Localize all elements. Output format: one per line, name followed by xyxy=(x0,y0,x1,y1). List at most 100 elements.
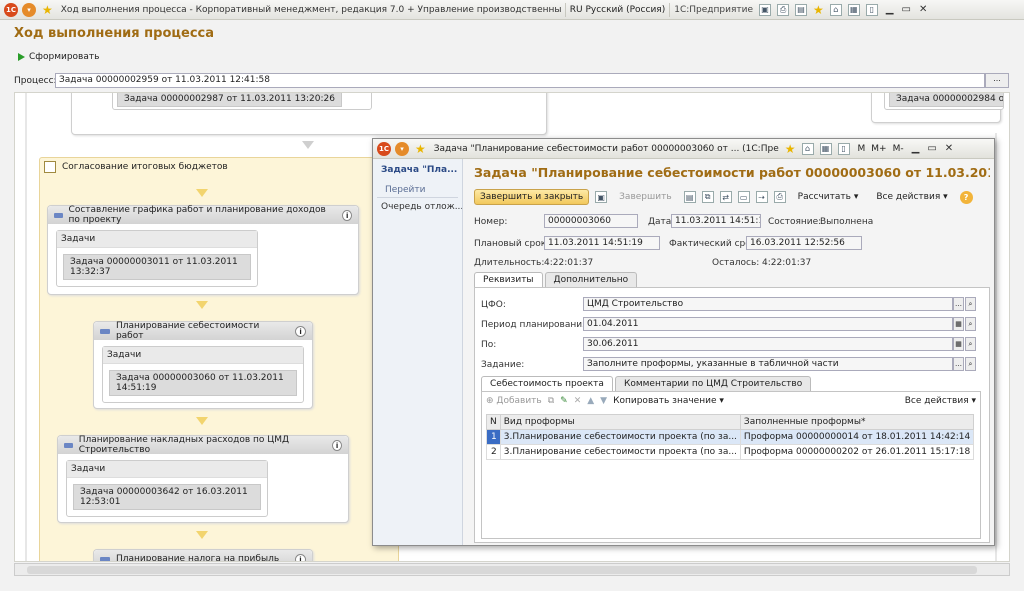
col-filled-forms[interactable]: Заполненные проформы* xyxy=(739,414,975,430)
nav-item-deferred-queue[interactable]: Очередь отлож... xyxy=(373,198,462,216)
favorites-icon[interactable]: ★ xyxy=(813,3,824,17)
add-button[interactable]: ⊕ Добавить xyxy=(486,396,542,406)
help-icon[interactable]: ? xyxy=(959,190,973,204)
period-to-open-icon[interactable]: ⌕ xyxy=(965,337,976,351)
memory-m-icon[interactable]: M xyxy=(858,144,866,154)
print-icon[interactable]: ⎙ xyxy=(773,191,786,203)
tab-details[interactable]: Реквизиты xyxy=(474,272,543,287)
row-form-type[interactable]: 3.Планирование себестоимости проекта (по… xyxy=(499,444,741,460)
calendar-icon[interactable]: ▦ xyxy=(847,3,860,16)
col-number[interactable]: N xyxy=(486,414,501,430)
document-icon[interactable]: ▯ xyxy=(837,142,850,155)
favorites-icon[interactable]: ★ xyxy=(785,142,796,156)
flow-group-header[interactable]: Согласование итоговых бюджетов xyxy=(40,158,398,176)
dialog-menu-icon[interactable]: ▾ xyxy=(395,141,409,156)
app-logo-icon[interactable]: 1С xyxy=(377,141,391,156)
generate-button[interactable]: Сформировать xyxy=(18,52,99,62)
period-from-field[interactable]: 01.04.2011 xyxy=(583,317,953,331)
favorite-star-icon[interactable]: ★ xyxy=(42,3,53,17)
process-select-button[interactable]: ... xyxy=(985,73,1009,88)
minus-icon[interactable]: ▭ xyxy=(737,191,750,203)
maximize-icon[interactable]: ▭ xyxy=(901,4,910,15)
link-icon[interactable]: ⇄ xyxy=(719,191,732,203)
print-icon[interactable]: ⎙ xyxy=(777,3,790,16)
assignment-field[interactable]: Заполните проформы, указанные в таблично… xyxy=(583,357,953,371)
delete-icon[interactable]: ✕ xyxy=(574,396,582,406)
history-icon[interactable]: ⌂ xyxy=(829,3,842,16)
save-icon[interactable]: ▣ xyxy=(759,3,772,16)
flow-step-card[interactable]: Составление графика работ и планирование… xyxy=(47,205,359,295)
close-icon[interactable]: ✕ xyxy=(919,4,927,15)
copy-value-button[interactable]: Копировать значение ▾ xyxy=(613,396,724,406)
col-form-type[interactable]: Вид проформы xyxy=(499,414,741,430)
actual-field[interactable]: 16.03.2011 12:52:56 xyxy=(746,236,862,250)
close-icon[interactable]: ✕ xyxy=(945,143,953,154)
table-row[interactable]: 1 3.Планирование себестоимости проекта (… xyxy=(486,429,975,445)
assignment-select-button[interactable]: … xyxy=(953,357,964,371)
move-up-icon[interactable]: ▲ xyxy=(587,396,594,406)
minimize-icon[interactable]: ▁ xyxy=(912,143,920,154)
number-field[interactable]: 00000003060 xyxy=(544,214,638,228)
period-from-open-icon[interactable]: ⌕ xyxy=(965,317,976,331)
period-to-calendar-icon[interactable]: ▦ xyxy=(953,337,964,351)
edit-pencil-icon[interactable]: ✎ xyxy=(560,396,568,406)
structure-icon[interactable]: ⧉ xyxy=(701,191,714,203)
nav-current-item[interactable]: Задача "Пла... xyxy=(373,159,462,179)
info-icon[interactable]: i xyxy=(295,553,306,561)
minimize-icon[interactable]: ▁ xyxy=(886,4,894,15)
date-field[interactable]: 11.03.2011 14:51:19 xyxy=(671,214,761,228)
process-input[interactable]: Задача 00000002959 от 11.03.2011 12:41:5… xyxy=(55,73,985,88)
cfo-open-icon[interactable]: ⌕ xyxy=(965,297,976,311)
row-filled-form[interactable]: Проформа 00000000202 от 26.01.2011 15:17… xyxy=(739,444,975,460)
preview-icon[interactable]: ▤ xyxy=(795,3,808,16)
task-link[interactable]: Задача 00000002987 от 11.03.2011 13:20:2… xyxy=(117,93,342,107)
planned-field[interactable]: 11.03.2011 14:51:19 xyxy=(544,236,660,250)
info-icon[interactable]: i xyxy=(295,325,306,337)
task-link[interactable]: Задача 00000003642 от 16.03.2011 12:53:0… xyxy=(73,484,261,510)
flow-icon[interactable]: ⇢ xyxy=(755,191,768,203)
table-all-actions-button[interactable]: Все действия ▾ xyxy=(905,396,976,406)
forms-table[interactable]: N Вид проформы Заполненные проформы* 1 3… xyxy=(486,414,975,460)
table-row[interactable]: 2 3.Планирование себестоимости проекта (… xyxy=(486,444,975,460)
tab-additional[interactable]: Дополнительно xyxy=(544,272,638,287)
copy-row-icon[interactable]: ⧉ xyxy=(548,396,554,406)
maximize-icon[interactable]: ▭ xyxy=(927,143,936,154)
task-link[interactable]: Задача 00000003011 от 11.03.2011 13:32:3… xyxy=(63,254,251,280)
flow-step-card[interactable]: Планирование накладных расходов по ЦМД С… xyxy=(57,435,349,523)
memory-minus-icon[interactable]: M- xyxy=(893,144,904,154)
row-filled-form[interactable]: Проформа 00000000014 от 18.01.2011 14:42… xyxy=(739,429,975,445)
move-down-icon[interactable]: ▼ xyxy=(600,396,607,406)
flow-card-top-left[interactable]: Задача 00000002987 от 11.03.2011 13:20:2… xyxy=(71,93,547,135)
info-icon[interactable]: i xyxy=(342,209,352,221)
task-link[interactable]: Задача 00000002984 от 11.03.2011 1 xyxy=(889,93,1003,107)
task-link[interactable]: Задача 00000003060 от 11.03.2011 14:51:1… xyxy=(109,370,297,396)
assignment-open-icon[interactable]: ⌕ xyxy=(965,357,976,371)
tab-project-cost[interactable]: Себестоимость проекта xyxy=(481,376,613,391)
report-icon[interactable]: ▤ xyxy=(683,191,696,203)
flow-step-card[interactable]: Планирование себестоимости работ i Задач… xyxy=(93,321,313,409)
finish-and-close-button[interactable]: Завершить и закрыть xyxy=(474,189,590,205)
cfo-field[interactable]: ЦМД Строительство xyxy=(583,297,953,311)
app-logo-icon[interactable]: 1С xyxy=(4,2,18,17)
calendar-icon[interactable]: ▦ xyxy=(819,142,832,155)
row-form-type[interactable]: 3.Планирование себестоимости проекта (по… xyxy=(499,429,741,445)
finish-button[interactable]: Завершить xyxy=(613,189,677,205)
save-icon[interactable]: ▣ xyxy=(595,191,608,203)
scrollbar-thumb[interactable] xyxy=(27,566,977,574)
period-to-field[interactable]: 30.06.2011 xyxy=(583,337,953,351)
horizontal-scrollbar[interactable] xyxy=(14,563,1010,576)
document-icon[interactable]: ▯ xyxy=(865,3,878,16)
language-indicator[interactable]: RU Русский (Россия) xyxy=(570,5,665,15)
favorite-star-icon[interactable]: ★ xyxy=(415,142,426,156)
history-icon[interactable]: ⌂ xyxy=(801,142,814,155)
info-icon[interactable]: i xyxy=(332,439,342,451)
cfo-select-button[interactable]: … xyxy=(953,297,964,311)
main-menu-icon[interactable]: ▾ xyxy=(22,2,36,17)
tab-comments[interactable]: Комментарии по ЦМД Строительство xyxy=(614,376,812,391)
all-actions-button[interactable]: Все действия ▾ xyxy=(870,189,953,205)
calculate-button[interactable]: Рассчитать ▾ xyxy=(792,189,865,205)
flow-card-top-right[interactable]: Задача 00000002984 от 11.03.2011 1 xyxy=(871,93,1004,123)
period-from-calendar-icon[interactable]: ▦ xyxy=(953,317,964,331)
memory-plus-icon[interactable]: M+ xyxy=(871,144,886,154)
flow-step-card[interactable]: Планирование налога на прибыль i xyxy=(93,549,313,561)
